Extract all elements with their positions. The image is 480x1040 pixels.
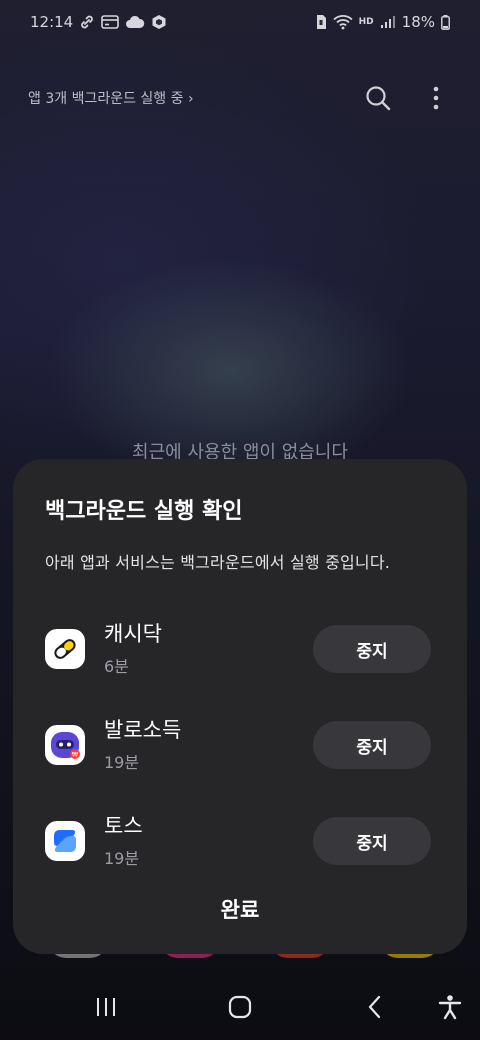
status-time: 12:14 — [30, 13, 74, 31]
sim-icon — [315, 14, 327, 30]
sheet-description: 아래 앱과 서비스는 백그라운드에서 실행 중입니다. — [45, 553, 391, 572]
signal-icon — [380, 15, 396, 29]
network-type-label: HD — [358, 16, 374, 27]
app-running-time: 19분 — [104, 753, 140, 772]
app-info: 캐시닥 6분 — [104, 621, 313, 677]
background-apps-label: 앱 3개 백그라운드 실행 중 › — [28, 91, 194, 107]
back-button[interactable] — [345, 980, 405, 1034]
status-right: HD 18% — [315, 13, 450, 31]
recents-top-bar: 앱 3개 백그라운드 실행 중 › — [0, 78, 480, 118]
stop-button-toss[interactable]: 중지 — [313, 817, 431, 865]
battery-percent: 18% — [401, 13, 435, 31]
background-running-sheet: 백그라운드 실행 확인 아래 앱과 서비스는 백그라운드에서 실행 중입니다. … — [13, 459, 467, 954]
toss-icon — [45, 821, 85, 861]
done-button[interactable]: 완료 — [13, 894, 467, 924]
running-app-list: 캐시닥 6분 중지 ₩ 발로소득 19분 중지 토스 19분 중지 — [45, 601, 435, 889]
app-running-time: 6분 — [104, 657, 129, 676]
app-info: 토스 19분 — [104, 813, 313, 869]
top-actions — [362, 82, 452, 114]
status-bar: 12:14 HD 18% — [0, 0, 480, 44]
battery-icon — [441, 14, 450, 30]
cube-icon — [151, 14, 167, 30]
more-options-button[interactable] — [420, 82, 452, 114]
search-button[interactable] — [362, 82, 394, 114]
ballo-robot-icon: ₩ — [45, 725, 85, 765]
stop-button-ballo[interactable]: 중지 — [313, 721, 431, 769]
status-left: 12:14 — [30, 13, 167, 31]
recent-apps-button[interactable] — [76, 980, 136, 1034]
navigation-bar — [0, 980, 480, 1034]
accessibility-button[interactable] — [420, 980, 480, 1034]
app-name: 토스 — [104, 814, 143, 838]
cashdoc-pill-icon — [45, 629, 85, 669]
sheet-title: 백그라운드 실행 확인 — [45, 499, 243, 524]
cloud-icon — [125, 15, 145, 29]
app-info: 발로소득 19분 — [104, 717, 313, 773]
home-icon — [228, 995, 252, 1019]
more-vertical-icon — [433, 86, 439, 110]
back-icon — [368, 995, 381, 1019]
svg-text:₩: ₩ — [72, 750, 79, 758]
home-button[interactable] — [210, 980, 270, 1034]
accessibility-icon — [438, 995, 462, 1020]
app-name: 발로소득 — [104, 718, 182, 742]
list-item: ₩ 발로소득 19분 중지 — [45, 697, 435, 793]
stop-button-cashdoc[interactable]: 중지 — [313, 625, 431, 673]
list-item: 캐시닥 6분 중지 — [45, 601, 435, 697]
app-name: 캐시닥 — [104, 622, 162, 646]
recents-icon — [97, 998, 115, 1016]
app-running-time: 19분 — [104, 849, 140, 868]
wifi-icon — [333, 14, 353, 30]
list-item: 토스 19분 중지 — [45, 793, 435, 889]
search-icon — [366, 86, 391, 111]
link-icon — [79, 14, 95, 30]
background-apps-link[interactable]: 앱 3개 백그라운드 실행 중 › — [28, 88, 194, 108]
card-icon — [101, 15, 120, 29]
